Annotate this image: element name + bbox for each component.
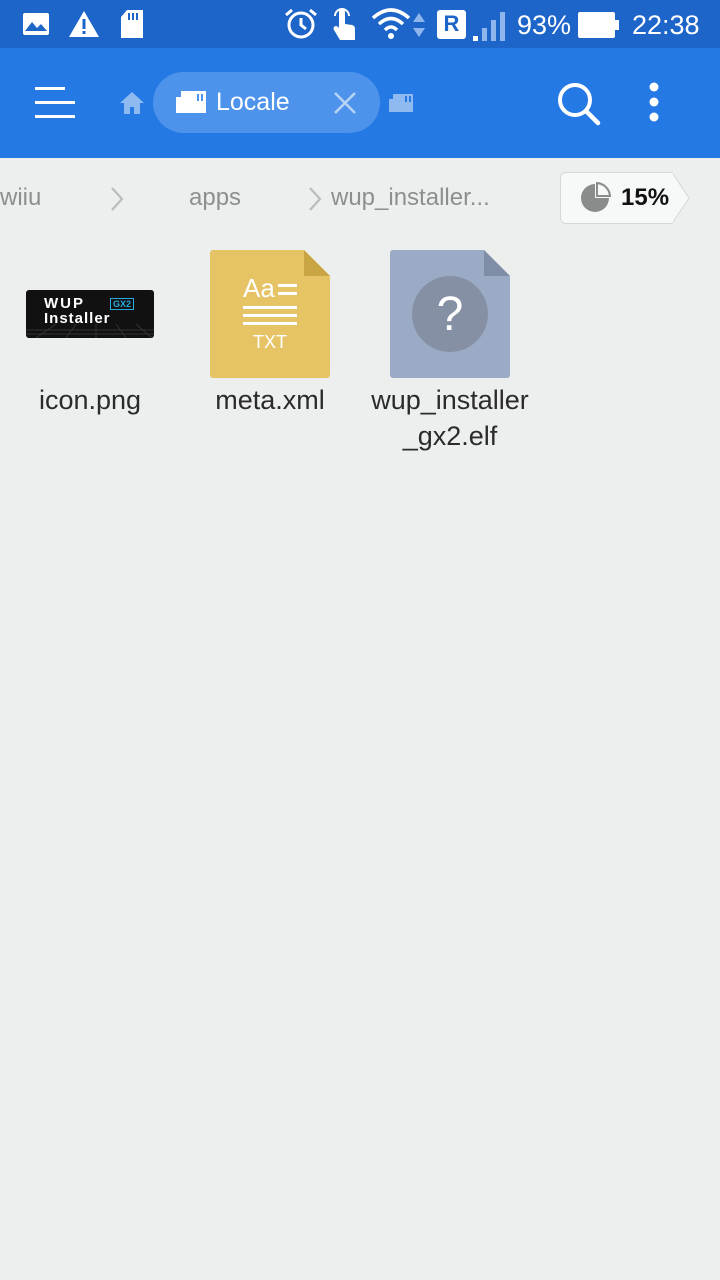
text-file-icon: Aa TXT: [210, 250, 330, 378]
clock: 22:38: [632, 10, 700, 40]
data-arrows-icon: [413, 13, 425, 37]
battery-icon: [578, 12, 619, 38]
home-icon[interactable]: [119, 91, 145, 115]
alarm-icon: [285, 8, 317, 39]
file-item[interactable]: ? wup_installer_gx2.elf: [365, 240, 535, 460]
breadcrumb-item[interactable]: wup_installer...: [331, 182, 490, 214]
file-name: icon.png: [38, 385, 142, 415]
storage-tab-arrow: [671, 172, 690, 224]
gallery-icon: [23, 13, 49, 35]
tab-label: Locale: [216, 88, 290, 116]
battery-percent: 93%: [517, 10, 572, 40]
close-icon[interactable]: [333, 91, 357, 115]
file-item[interactable]: WUP GX2 Installer icon.png: [5, 240, 175, 430]
app-bar: Locale: [0, 48, 720, 158]
sd-card-icon: [121, 10, 143, 38]
sd-card-icon: [176, 91, 206, 113]
file-name: wup_installer_gx2.elf: [371, 385, 529, 451]
file-item[interactable]: Aa TXT meta.xml: [185, 240, 355, 430]
roaming-label: R: [443, 11, 460, 36]
tab-locale[interactable]: Locale: [153, 72, 380, 133]
signal-icon: [473, 12, 505, 41]
image-thumbnail: WUP GX2 Installer: [26, 290, 154, 338]
chevron-right-icon: [309, 187, 322, 211]
storage-percent: 15%: [621, 184, 670, 211]
thumb-subtitle: Installer: [44, 310, 111, 327]
document-shape: [210, 250, 330, 378]
unknown-file-icon: ?: [390, 250, 510, 378]
thumb-badge: GX2: [110, 298, 135, 310]
text-icon-label: TXT: [253, 332, 287, 352]
storage-usage[interactable]: 15%: [560, 172, 673, 224]
status-bar: R 93% 22:38: [0, 0, 720, 48]
sd-card-icon[interactable]: [388, 93, 414, 113]
file-name: meta.xml: [215, 385, 325, 415]
menu-icon[interactable]: [35, 86, 77, 120]
pie-chart-icon: [581, 182, 611, 212]
breadcrumb-item[interactable]: wiiu: [0, 182, 41, 214]
chevron-right-icon: [111, 187, 124, 211]
more-vert-icon[interactable]: [647, 81, 661, 125]
touch-icon: [333, 8, 356, 40]
text-icon-glyph: Aa: [243, 273, 275, 303]
wifi-icon: [371, 8, 411, 39]
breadcrumb-item[interactable]: apps: [189, 182, 241, 214]
question-mark-icon: ?: [436, 288, 464, 341]
roaming-badge: R: [437, 10, 466, 39]
search-icon[interactable]: [556, 81, 602, 127]
warning-icon: [69, 11, 99, 37]
